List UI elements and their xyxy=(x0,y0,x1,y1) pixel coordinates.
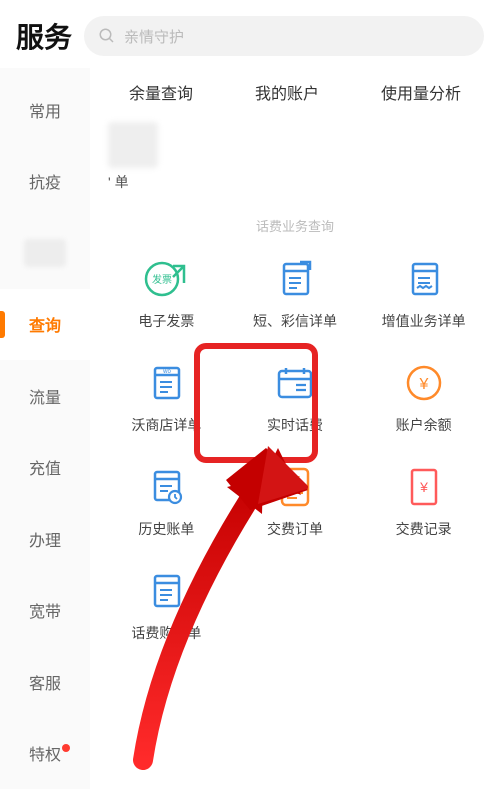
badge-dot xyxy=(62,744,70,752)
recent-caption: ' 单 xyxy=(108,172,488,192)
cell-sms-detail[interactable]: 短、彩信详单 xyxy=(231,257,360,331)
sidebar-item-blurred[interactable] xyxy=(0,217,90,289)
sidebar: 常用 抗疫 查询 流量 充值 办理 宽带 客服 特权 xyxy=(0,68,90,789)
tab-my-account[interactable]: 我的账户 xyxy=(255,80,319,104)
cell-history-bill[interactable]: 历史账单 xyxy=(102,465,231,539)
svg-text:¥: ¥ xyxy=(419,479,428,495)
sidebar-item-support[interactable]: 客服 xyxy=(0,646,90,718)
recent-item[interactable]: ' 单 xyxy=(90,122,500,210)
recent-thumbnail xyxy=(108,122,158,168)
wostore-icon: wo xyxy=(142,361,190,405)
sidebar-item-data[interactable]: 流量 xyxy=(0,360,90,432)
pay-order-icon: ¥≡ xyxy=(271,465,319,509)
sms-detail-icon xyxy=(271,257,319,301)
svg-text:发票: 发票 xyxy=(152,273,172,286)
search-placeholder: 亲情守护 xyxy=(124,26,184,47)
cell-realtime-bill[interactable]: 实时话费 xyxy=(231,361,360,435)
svg-text:¥: ¥ xyxy=(418,376,428,393)
cell-pay-order[interactable]: ¥≡ 交费订单 xyxy=(231,465,360,539)
cell-balance[interactable]: ¥ 账户余额 xyxy=(359,361,488,435)
sidebar-item-recharge[interactable]: 充值 xyxy=(0,432,90,504)
cell-e-invoice[interactable]: 发票 电子发票 xyxy=(102,257,231,331)
main-panel: 余量查询 我的账户 使用量分析 ' 单 话费业务查询 发票 电子发票 短、彩信详… xyxy=(90,68,500,789)
sidebar-item-common[interactable]: 常用 xyxy=(0,74,90,146)
tab-balance-query[interactable]: 余量查询 xyxy=(129,80,193,104)
sidebar-item-query[interactable]: 查询 xyxy=(0,289,90,361)
service-grid: 发票 电子发票 短、彩信详单 增值业务详单 wo 沃商店 xyxy=(90,245,500,643)
cell-bill-purchase[interactable]: 话费购详单 xyxy=(102,569,231,643)
highlight-box xyxy=(194,343,318,463)
sidebar-item-covid[interactable]: 抗疫 xyxy=(0,146,90,218)
svg-text:wo: wo xyxy=(162,369,171,375)
section-title: 话费业务查询 xyxy=(90,210,500,245)
vas-detail-icon xyxy=(400,257,448,301)
pay-record-icon: ¥ xyxy=(400,465,448,509)
bill-purchase-icon xyxy=(142,569,190,613)
balance-icon: ¥ xyxy=(400,361,448,405)
cell-vas-detail[interactable]: 增值业务详单 xyxy=(359,257,488,331)
sidebar-item-handle[interactable]: 办理 xyxy=(0,503,90,575)
invoice-icon: 发票 xyxy=(142,257,190,301)
tab-usage-analysis[interactable]: 使用量分析 xyxy=(381,80,461,104)
search-input[interactable]: 亲情守护 xyxy=(84,16,484,56)
sidebar-item-broadband[interactable]: 宽带 xyxy=(0,575,90,647)
search-icon xyxy=(98,27,116,45)
cell-pay-record[interactable]: ¥ 交费记录 xyxy=(359,465,488,539)
sidebar-item-privilege[interactable]: 特权 xyxy=(0,718,90,789)
history-bill-icon xyxy=(142,465,190,509)
svg-text:¥≡: ¥≡ xyxy=(289,473,300,483)
page-title: 服务 xyxy=(16,16,72,56)
